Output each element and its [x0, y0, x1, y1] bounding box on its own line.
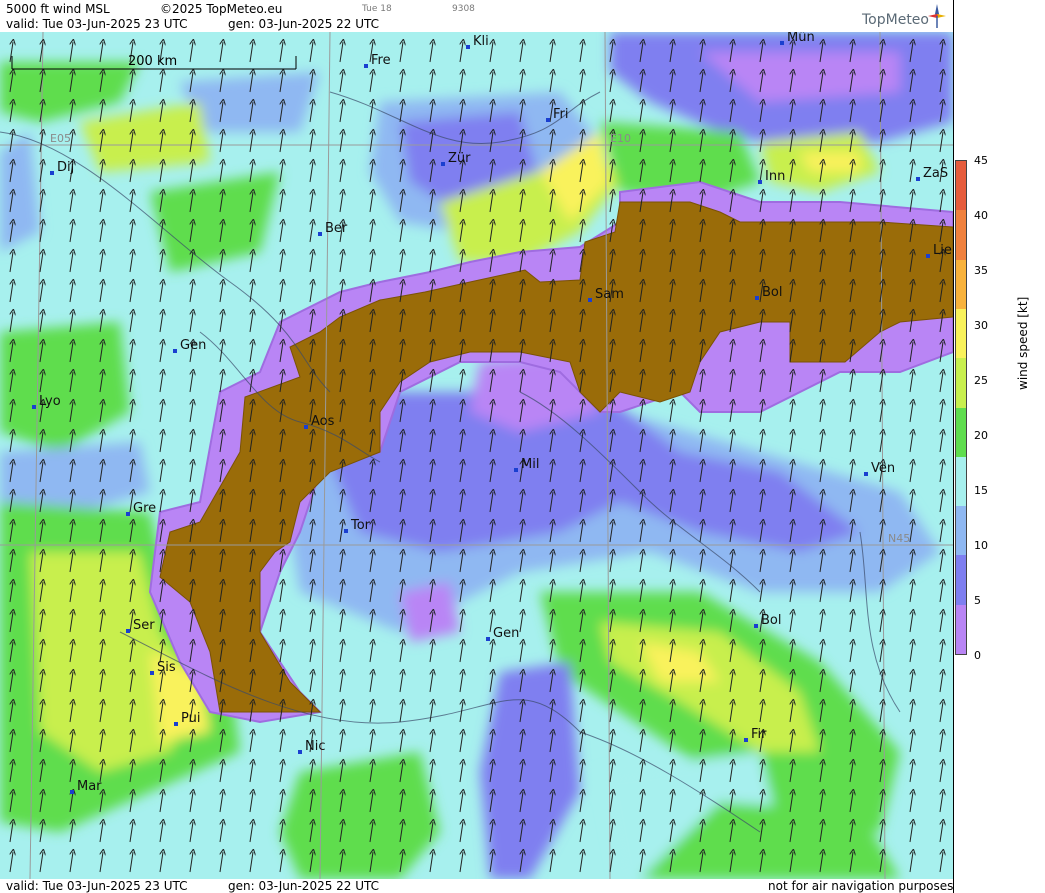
product-title: 5000 ft wind MSL [6, 2, 110, 16]
city-label-lie: Lie [933, 243, 952, 258]
colorbar-tick: 10 [974, 539, 988, 552]
city-label-gen2: Gen [493, 626, 519, 641]
city-marker-zur [441, 162, 445, 166]
city-marker-sam [588, 298, 592, 302]
city-marker-aos [304, 425, 308, 429]
city-label-ven: Ven [871, 461, 895, 476]
city-marker-gen1 [173, 349, 177, 353]
city-marker-mil [514, 468, 518, 472]
colorbar-tick: 20 [974, 429, 988, 442]
colorbar-tick: 40 [974, 209, 988, 222]
colorbar-tick: 35 [974, 264, 988, 277]
city-marker-ser [126, 629, 130, 633]
colorbar-segment [956, 407, 966, 458]
disclaimer: not for air navigation purposes [768, 879, 954, 893]
city-label-nic: Nic [305, 739, 325, 754]
colorbar-segment [956, 456, 966, 507]
city-label-mil: Mil [521, 457, 539, 472]
city-label-ber: Ber [325, 221, 348, 236]
city-label-mar: Mar [77, 779, 102, 794]
grid-label-n45: N45 [888, 532, 910, 545]
colorbar-axis-label: wind speed [kt] [1016, 296, 1030, 390]
city-marker-mun [780, 41, 784, 45]
city-marker-kli [466, 45, 470, 49]
wind-speed-colorbar [955, 160, 967, 655]
city-label-sis: Sis [157, 660, 176, 675]
city-marker-bol2 [754, 624, 758, 628]
colorbar-segment [956, 506, 966, 556]
grid-label-e10: E10 [610, 132, 631, 145]
city-marker-lie [926, 254, 930, 258]
city-marker-inn [758, 180, 762, 184]
scale-label: 200 km [128, 54, 177, 69]
colorbar-segment [956, 308, 966, 359]
city-label-gre: Gre [133, 501, 156, 516]
colorbar-tick: 5 [974, 594, 981, 607]
city-label-fre: Fre [371, 53, 391, 68]
generated-time: gen: 03-Jun-2025 22 UTC [228, 17, 380, 31]
colorbar-segment [956, 210, 966, 261]
valid-time: valid: Tue 03-Jun-2025 23 UTC [6, 17, 188, 31]
colorbar-tick: 25 [974, 374, 988, 387]
city-marker-pui [174, 722, 178, 726]
wind-map: 200 km E05 E10 N45 Kli Mün Fre Fri Dij Zür Inn… [0, 32, 953, 879]
city-label-ser: Ser [133, 618, 155, 633]
copyright: ©2025 TopMeteo.eu [160, 2, 283, 16]
city-marker-mar [70, 790, 74, 794]
city-label-kli: Kli [473, 34, 489, 49]
colorbar-segment [956, 358, 966, 408]
city-label-tor: Tor [350, 518, 371, 533]
colorbar-segment [956, 161, 966, 211]
city-marker-bol1 [755, 296, 759, 300]
colorbar-tick: 45 [974, 154, 988, 167]
city-marker-fir [744, 738, 748, 742]
compass-logo-icon [928, 4, 946, 28]
city-marker-nic [298, 750, 302, 754]
day-label: Tue 18 [362, 4, 392, 14]
city-marker-ven [864, 472, 868, 476]
footer-generated-time: gen: 03-Jun-2025 22 UTC [228, 879, 380, 893]
city-label-dij: Dij [57, 160, 74, 175]
city-marker-tor [344, 529, 348, 533]
city-marker-lyo [32, 405, 36, 409]
city-label-bol1: Bol [762, 285, 782, 300]
city-label-fir: Fir [751, 727, 767, 742]
city-marker-gre [126, 512, 130, 516]
map-footer: valid: Tue 03-Jun-2025 23 UTC gen: 03-Ju… [0, 879, 953, 893]
wind-speed-field [0, 32, 953, 879]
run-code: 9308 [452, 4, 475, 14]
city-label-zas: ZaS [923, 166, 948, 181]
city-label-mun: Mün [787, 32, 815, 45]
city-label-inn: Inn [765, 169, 785, 184]
city-label-aos: Aos [311, 414, 335, 429]
city-label-pui: Pui [181, 711, 200, 726]
topmeteo-logo: TopMeteo [862, 12, 929, 28]
city-marker-ber [318, 232, 322, 236]
grid-label-e05: E05 [50, 132, 71, 145]
city-marker-gen2 [486, 637, 490, 641]
city-label-lyo: Lyo [39, 394, 61, 409]
city-marker-fri [546, 118, 550, 122]
city-label-fri: Fri [553, 107, 569, 122]
colorbar-segment [956, 259, 966, 310]
colorbar-segment [956, 604, 966, 655]
footer-valid-time: valid: Tue 03-Jun-2025 23 UTC [6, 879, 188, 893]
city-marker-zas [916, 177, 920, 181]
city-label-bol2: Bol [761, 613, 781, 628]
city-label-gen1: Gen [180, 338, 206, 353]
colorbar-tick: 30 [974, 319, 988, 332]
city-label-sam: Sam [595, 287, 624, 302]
city-marker-dij [50, 171, 54, 175]
colorbar-segment [956, 555, 966, 606]
colorbar-tick: 15 [974, 484, 988, 497]
colorbar-tick: 0 [974, 649, 981, 662]
city-label-zur: Zür [448, 151, 471, 166]
city-marker-fre [364, 64, 368, 68]
map-header: 5000 ft wind MSL ©2025 TopMeteo.eu Tue 1… [0, 0, 953, 32]
city-marker-sis [150, 671, 154, 675]
